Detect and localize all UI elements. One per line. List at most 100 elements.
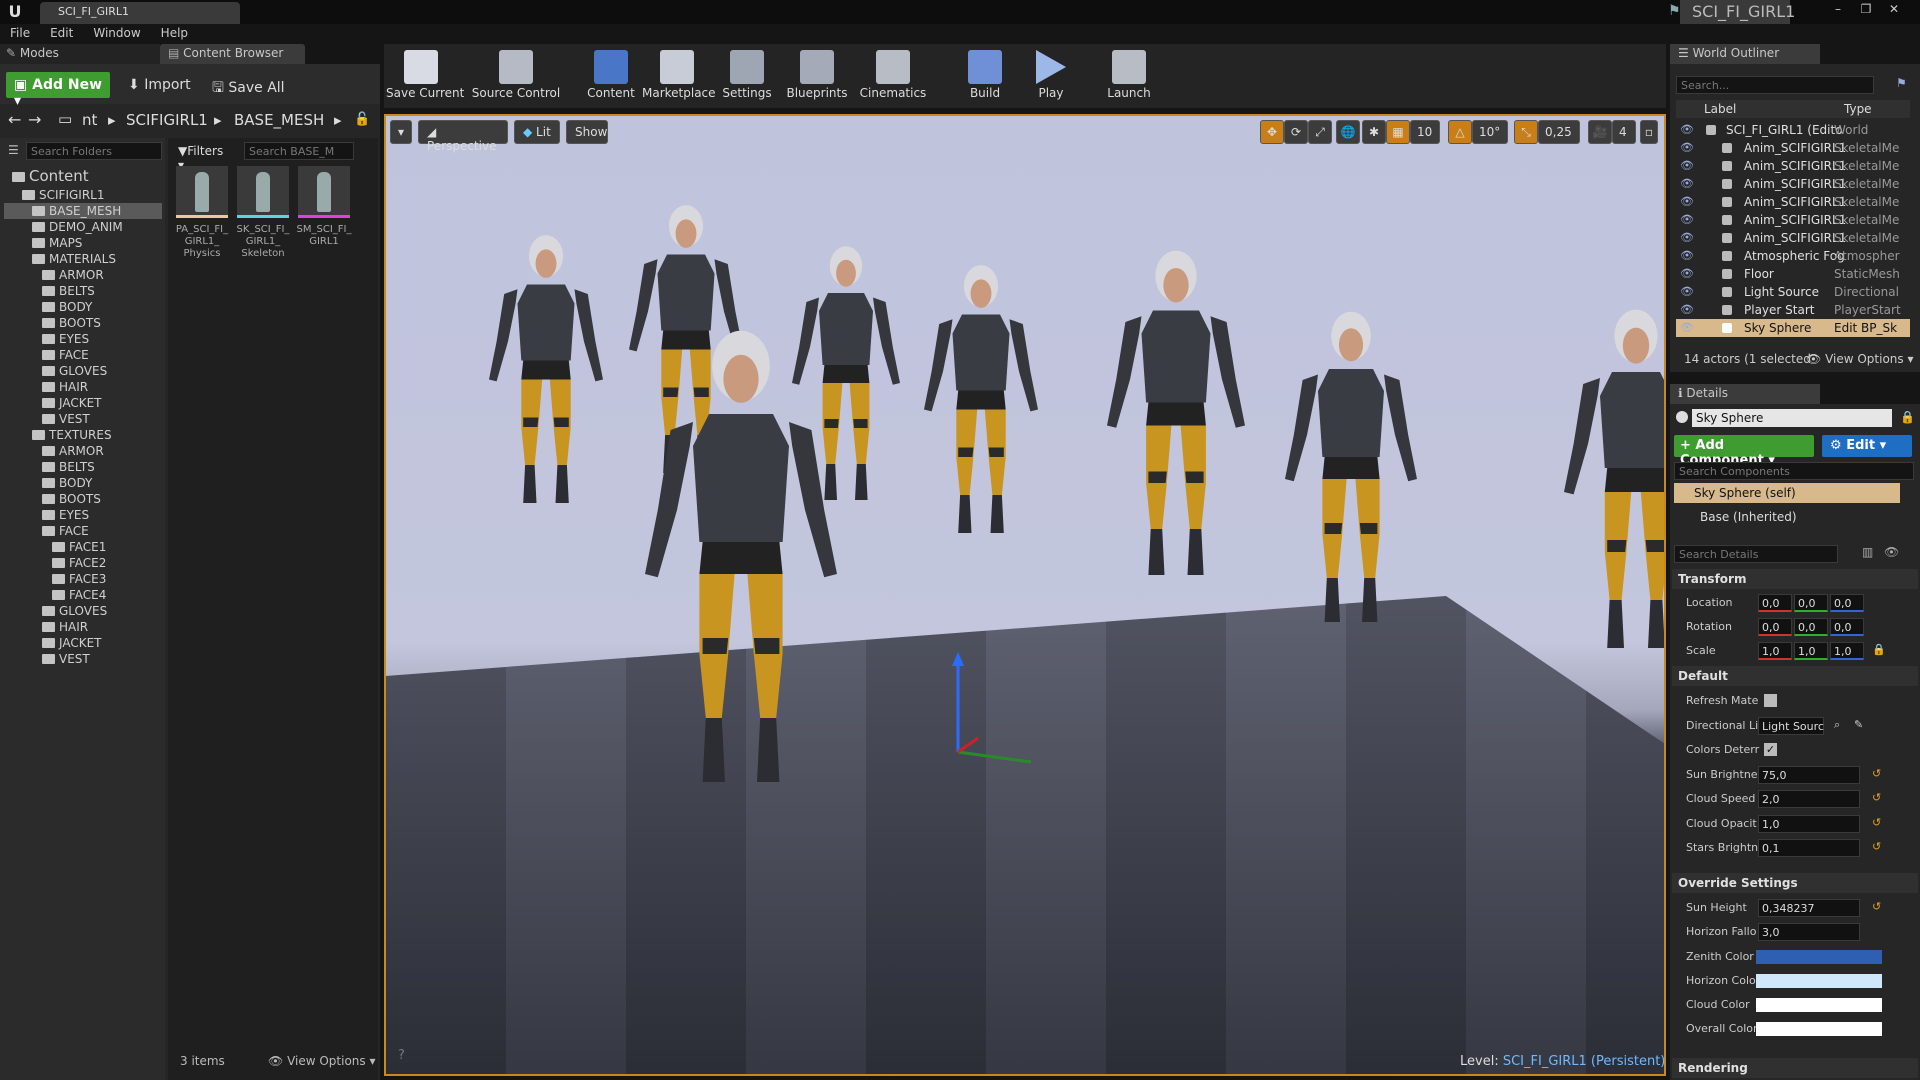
browse-icon[interactable]: ⌕ — [1834, 718, 1840, 732]
toolbar-marketplace-button[interactable]: Marketplace — [642, 46, 716, 106]
section-default[interactable]: Default — [1672, 666, 1918, 686]
property-checkbox[interactable] — [1764, 694, 1777, 707]
world-space-icon[interactable]: 🌐 — [1336, 120, 1360, 144]
toolbar-source-control-button[interactable]: Source Control — [468, 46, 564, 106]
location-y[interactable]: 0,0 — [1794, 594, 1828, 612]
tab-modes[interactable]: ✎ Modes — [0, 44, 160, 64]
surface-snap-icon[interactable]: ✱ — [1362, 120, 1386, 144]
toolbar-play-button[interactable]: Play — [1016, 46, 1086, 106]
tree-folder[interactable]: FACE — [42, 347, 89, 363]
section-rendering[interactable]: Rendering — [1672, 1058, 1918, 1078]
close-icon[interactable]: ✕ — [1880, 0, 1908, 18]
reset-to-default-icon[interactable]: ↺ — [1872, 767, 1881, 780]
tree-folder[interactable]: MAPS — [32, 235, 82, 251]
rotation-y[interactable]: 0,0 — [1794, 618, 1828, 636]
property-number-field[interactable]: 2,0 — [1758, 790, 1860, 808]
tree-folder[interactable]: ARMOR — [42, 267, 104, 283]
property-number-field[interactable]: 0,1 — [1758, 839, 1860, 857]
minimize-icon[interactable]: – — [1824, 0, 1852, 18]
scale-snap-icon[interactable]: ⤡ — [1514, 120, 1538, 144]
import-button[interactable]: ⬇ Import — [124, 72, 204, 98]
toolbar-cinematics-button[interactable]: Cinematics — [858, 46, 928, 106]
perspective-button[interactable]: ◢ Perspective — [418, 120, 508, 153]
tab-world-outliner[interactable]: ☰ World Outliner — [1670, 44, 1820, 64]
visibility-eye-icon[interactable]: 👁 — [1680, 211, 1694, 229]
tree-folder[interactable]: FACE3 — [52, 571, 106, 587]
outliner-row[interactable]: 👁 Anim_SCIFIGIRL1 SkeletalMe — [1676, 229, 1910, 247]
tree-folder[interactable]: FACE2 — [52, 555, 106, 571]
tree-folder[interactable]: GLOVES — [42, 603, 107, 619]
tree-folder[interactable]: VEST — [42, 411, 90, 427]
camera-speed-value[interactable]: 4 — [1612, 120, 1636, 144]
transform-gizmo[interactable] — [952, 652, 1032, 764]
col-type[interactable]: Type — [1844, 102, 1872, 116]
menu-edit[interactable]: Edit — [40, 24, 83, 42]
menu-file[interactable]: File — [0, 24, 40, 42]
reset-to-default-icon[interactable]: ↺ — [1872, 840, 1881, 853]
tree-folder[interactable]: ARMOR — [42, 443, 104, 459]
outliner-row[interactable]: 👁 SCI_FI_GIRL1 (Edito World — [1676, 121, 1910, 139]
tree-folder[interactable]: JACKET — [42, 635, 102, 651]
color-swatch[interactable] — [1756, 998, 1882, 1012]
tree-folder[interactable]: EYES — [42, 331, 89, 347]
location-z[interactable]: 0,0 — [1830, 594, 1864, 612]
filters-button[interactable]: ▼Filters ▾ — [174, 142, 236, 172]
menu-window[interactable]: Window — [83, 24, 150, 42]
property-number-field[interactable]: 1,0 — [1758, 814, 1860, 833]
document-tab[interactable]: SCI_FI_GIRL1 — [40, 2, 240, 24]
color-swatch[interactable] — [1756, 950, 1882, 964]
tree-folder[interactable]: Content — [12, 168, 89, 184]
lock-icon[interactable]: 🔒 — [1900, 410, 1915, 424]
col-label[interactable]: Label — [1704, 102, 1736, 116]
tree-folder[interactable]: TEXTURES — [32, 427, 112, 443]
edit-blueprint-button[interactable]: ⚙ Edit ▾ — [1822, 435, 1912, 457]
visibility-eye-icon[interactable]: 👁 — [1680, 229, 1694, 247]
outliner-search-input[interactable]: Search... — [1676, 76, 1874, 94]
visibility-eye-icon[interactable]: 👁 — [1680, 301, 1694, 319]
component-base[interactable]: Base (Inherited) — [1680, 510, 1900, 524]
visibility-eye-icon[interactable]: 👁 — [1680, 175, 1694, 193]
outliner-options-icon[interactable]: ⚑ — [1896, 76, 1907, 90]
toolbar-blueprints-button[interactable]: Blueprints — [782, 46, 852, 106]
flag-icon[interactable]: ⚑ — [1668, 3, 1681, 19]
outliner-row[interactable]: 👁 Floor StaticMesh — [1676, 265, 1910, 283]
help-icon[interactable]: ? — [398, 1048, 405, 1063]
section-override-settings[interactable]: Override Settings — [1672, 873, 1918, 893]
tree-folder[interactable]: BODY — [42, 299, 92, 315]
scale-y[interactable]: 1,0 — [1794, 642, 1828, 660]
maximize-viewport-icon[interactable]: ▫ — [1640, 120, 1658, 144]
tree-folder[interactable]: BELTS — [42, 459, 95, 475]
folder-open-icon[interactable]: ▭ — [58, 110, 72, 128]
visibility-eye-icon[interactable]: 👁 — [1680, 193, 1694, 211]
tree-folder[interactable]: GLOVES — [42, 363, 107, 379]
viewport-options-button[interactable]: ▾ — [390, 120, 412, 144]
property-dropdown[interactable]: Light Sourc — [1758, 716, 1824, 735]
tree-folder[interactable]: EYES — [42, 507, 89, 523]
scale-mode-icon[interactable]: ⤢ — [1308, 120, 1332, 144]
tree-folder[interactable]: BODY — [42, 475, 92, 491]
toolbar-settings-button[interactable]: Settings — [712, 46, 782, 106]
show-button[interactable]: Show — [566, 120, 608, 144]
tree-folder[interactable]: JACKET — [42, 395, 102, 411]
breadcrumb-content[interactable]: nt — [82, 111, 97, 129]
outliner-row[interactable]: 👁 Atmospheric Fog Atmospher — [1676, 247, 1910, 265]
visibility-eye-icon[interactable]: 👁 — [1680, 265, 1694, 283]
property-number-field[interactable]: 0,348237 — [1758, 899, 1860, 917]
asset-thumbnail[interactable] — [237, 166, 289, 218]
scale-x[interactable]: 1,0 — [1758, 642, 1792, 660]
tree-folder[interactable]: BOOTS — [42, 315, 101, 331]
tree-folder[interactable]: FACE1 — [52, 539, 106, 555]
scale-z[interactable]: 1,0 — [1830, 642, 1864, 660]
forward-arrow-icon[interactable]: → — [28, 110, 41, 129]
tree-folder[interactable]: BOOTS — [42, 491, 101, 507]
reset-to-default-icon[interactable]: ↺ — [1872, 900, 1881, 913]
rotation-snap-value[interactable]: 10° — [1472, 120, 1508, 144]
rotation-snap-icon[interactable]: △ — [1448, 120, 1472, 144]
reset-to-default-icon[interactable]: ↺ — [1872, 791, 1881, 804]
rotation-z[interactable]: 0,0 — [1830, 618, 1864, 636]
tree-folder[interactable]: SCIFIGIRL1 — [22, 187, 104, 203]
rotate-mode-icon[interactable]: ⟳ — [1284, 120, 1308, 144]
grid-snap-icon[interactable]: ▦ — [1386, 120, 1410, 144]
outliner-row[interactable]: 👁 Sky Sphere Edit BP_Sk — [1676, 319, 1910, 337]
tree-folder[interactable]: HAIR — [42, 379, 88, 395]
